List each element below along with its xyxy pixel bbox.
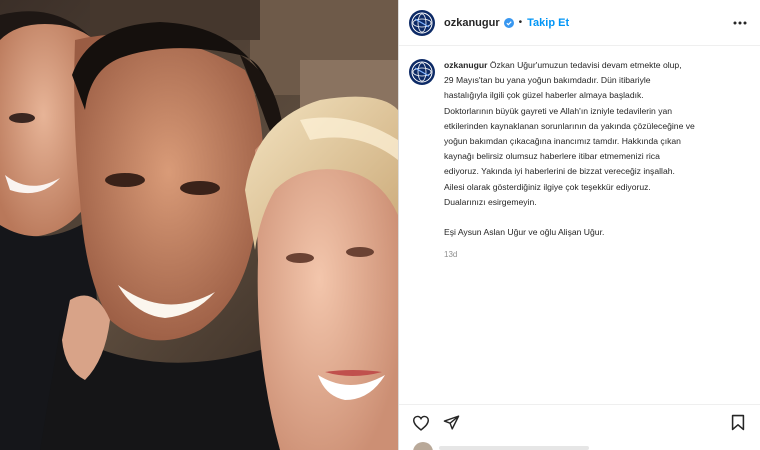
action-bar (399, 404, 760, 440)
username-link[interactable]: ozkanugur (444, 17, 500, 29)
caption-line: Ailesi olarak gösterdiğiniz ilgiye çok t… (444, 181, 651, 192)
post-photo[interactable] (0, 0, 398, 450)
post-side-panel: ozkanugur • Takip Et ozkanugur Özkan Uğu… (398, 0, 760, 450)
caption-line: ediyoruz. Yakında iyi haberlerini de biz… (444, 166, 675, 177)
post-header: ozkanugur • Takip Et (399, 0, 760, 46)
globe-logo-icon (411, 12, 433, 33)
caption-line: kaynağı belirsiz olumsuz haberlere itiba… (444, 151, 660, 162)
more-options-icon[interactable] (730, 13, 750, 33)
liker-avatar[interactable] (413, 442, 433, 450)
caption-line: etkilerinden kaynaklanan sorunlarının da… (444, 120, 695, 131)
follow-button[interactable]: Takip Et (527, 17, 569, 29)
post-timestamp[interactable]: 13d (444, 250, 746, 259)
separator-dot: • (518, 17, 523, 28)
caption-avatar[interactable] (409, 59, 435, 85)
caption-body: ozkanugur Özkan Uğur'umuzun tedavisi dev… (444, 58, 746, 259)
globe-logo-icon (411, 61, 433, 83)
caption-line: hastalığıyla ilgili çok güzel haberler a… (444, 90, 644, 101)
heart-icon[interactable] (409, 411, 433, 435)
caption-author[interactable]: ozkanugur (444, 60, 487, 70)
send-icon[interactable] (439, 411, 463, 435)
caption-line: 29 Mayıs'tan bu yana yoğun bakımdadır. D… (444, 75, 651, 86)
bookmark-icon[interactable] (726, 411, 750, 435)
caption-text: ozkanugur Özkan Uğur'umuzun tedavisi dev… (444, 58, 746, 240)
post-image (0, 0, 398, 450)
profile-avatar[interactable] (409, 9, 435, 36)
caption-line: Özkan Uğur'umuzun tedavisi devam etmekte… (489, 60, 682, 70)
caption-line: yoğun bakımdan çıkacağına inancımız tamd… (444, 136, 681, 147)
caption-signature: Eşi Aysun Aslan Uğur ve oğlu Alişan Uğur… (444, 227, 605, 238)
caption-row: ozkanugur Özkan Uğur'umuzun tedavisi dev… (399, 46, 760, 259)
caption-line: Dualarınızı esirgemeyin. (444, 196, 537, 207)
verified-badge-icon (503, 17, 514, 28)
caption-line: Doktorlarının büyük gayreti ve Allah'ın … (444, 105, 673, 116)
likes-line (439, 446, 589, 450)
